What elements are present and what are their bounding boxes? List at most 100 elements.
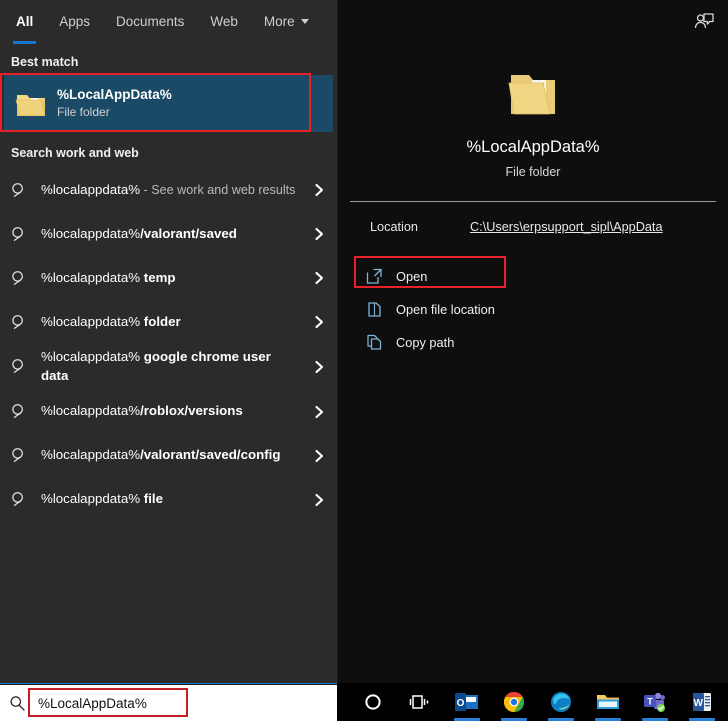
suggestion-label: %localappdata% file	[41, 490, 311, 509]
search-suggestion-item[interactable]: %localappdata% temp	[0, 256, 337, 300]
best-match-container: %LocalAppData% File folder	[0, 73, 333, 132]
search-icon	[11, 491, 41, 508]
suggestion-completion: /valorant/saved/config	[140, 447, 281, 463]
file-explorer-icon	[596, 692, 620, 712]
svg-text:T: T	[647, 697, 653, 707]
search-suggestion-item[interactable]: %localappdata%/roblox/versions	[0, 390, 337, 434]
feedback-person-icon[interactable]	[688, 6, 720, 38]
tab-label: Apps	[59, 14, 91, 29]
folder-icon	[14, 87, 48, 121]
chevron-right-icon[interactable]	[311, 360, 327, 374]
action-open[interactable]: Open	[362, 260, 728, 292]
suggestion-query: %localappdata%	[41, 349, 144, 364]
taskbar-teams[interactable]: T	[631, 683, 678, 721]
word-icon: W	[691, 691, 713, 713]
suggestion-query: %localappdata%	[41, 269, 144, 285]
edge-icon	[550, 691, 572, 713]
tab-label: Web	[210, 14, 238, 29]
search-filter-tabs: All Apps Documents Web More	[0, 0, 337, 44]
taskbar-app-tray: OTW	[337, 683, 728, 721]
tab-label: Documents	[116, 14, 185, 29]
location-link[interactable]: C:\Users\erpsupport_sipl\AppData	[470, 220, 663, 234]
action-label: Open file location	[396, 301, 495, 317]
suggestion-label: %localappdata% temp	[41, 269, 311, 288]
search-icon	[11, 270, 41, 287]
svg-text:O: O	[456, 698, 464, 709]
search-suggestion-item[interactable]: %localappdata% file	[0, 478, 337, 522]
taskbar-task-view[interactable]	[396, 683, 443, 721]
suggestion-completion: folder	[143, 313, 181, 329]
search-icon	[11, 403, 41, 420]
preview-title: %LocalAppData%	[466, 138, 600, 156]
taskbar-outlook[interactable]: O	[443, 683, 490, 721]
action-open-file-location[interactable]: Open file location	[362, 293, 728, 325]
tab-more[interactable]: More	[264, 2, 309, 42]
suggestion-label: %localappdata% folder	[41, 313, 311, 332]
preview-header: %LocalAppData% File folder	[338, 0, 728, 179]
tab-web[interactable]: Web	[210, 2, 238, 42]
suggestion-query: %localappdata%	[41, 491, 144, 507]
preview-subtitle: File folder	[505, 165, 561, 179]
preview-actions: Open Open file location Copy path	[338, 256, 728, 358]
location-row: Location C:\Users\erpsupport_sipl\AppDat…	[338, 202, 728, 234]
taskbar-file-explorer[interactable]	[584, 683, 631, 721]
search-icon	[11, 314, 41, 331]
best-match-text: %LocalAppData% File folder	[57, 86, 172, 121]
suggestion-query: %localappdata%	[41, 225, 141, 241]
taskbar-edge[interactable]	[537, 683, 584, 721]
best-match-title: %LocalAppData%	[57, 87, 172, 103]
search-suggestion-item[interactable]: %localappdata%/valorant/saved/config	[0, 434, 337, 478]
search-icon	[11, 182, 41, 199]
search-flyout: All Apps Documents Web More Best match %…	[0, 0, 728, 683]
suggestion-label: %localappdata% - See work and web result…	[41, 181, 311, 200]
search-icon	[11, 358, 41, 375]
suggestion-query: %localappdata%	[41, 447, 141, 463]
suggestion-label: %localappdata% google chrome user data	[41, 348, 311, 386]
suggestion-hint: - See work and web results	[140, 182, 296, 197]
taskbar: OTW	[0, 683, 728, 721]
open-file-location-icon	[362, 301, 396, 318]
suggestion-query: %localappdata%	[41, 181, 141, 197]
search-suggestion-item[interactable]: %localappdata% google chrome user data	[0, 344, 337, 390]
search-input[interactable]	[34, 690, 337, 717]
taskbar-chrome[interactable]	[490, 683, 537, 721]
svg-text:W: W	[693, 698, 703, 709]
search-icon	[0, 695, 34, 712]
tab-documents[interactable]: Documents	[116, 2, 184, 42]
action-label: Open	[396, 268, 428, 284]
chevron-down-icon	[300, 19, 309, 24]
suggestion-query: %localappdata%	[41, 403, 141, 419]
taskbar-search-box[interactable]	[0, 685, 337, 721]
chevron-right-icon[interactable]	[311, 315, 327, 329]
suggestion-completion: /roblox/versions	[140, 403, 243, 419]
best-match-result[interactable]: %LocalAppData% File folder	[4, 75, 333, 132]
best-match-header: Best match	[11, 55, 79, 69]
chevron-right-icon[interactable]	[311, 493, 327, 507]
search-icon	[11, 447, 41, 464]
location-label: Location	[370, 220, 418, 234]
suggestion-completion: file	[143, 491, 163, 507]
chevron-right-icon[interactable]	[311, 405, 327, 419]
suggestion-label: %localappdata%/valorant/saved	[41, 225, 311, 244]
tab-label: More	[263, 14, 295, 29]
search-suggestion-item[interactable]: %localappdata% - See work and web result…	[0, 168, 337, 212]
outlook-icon: O	[454, 691, 479, 713]
search-suggestion-item[interactable]: %localappdata%/valorant/saved	[0, 212, 337, 256]
tab-apps[interactable]: Apps	[59, 2, 90, 42]
chevron-right-icon[interactable]	[311, 271, 327, 285]
chevron-right-icon[interactable]	[311, 449, 327, 463]
best-match-subtitle: File folder	[57, 105, 110, 120]
chevron-right-icon[interactable]	[311, 227, 327, 241]
taskbar-cortana[interactable]	[349, 683, 396, 721]
chevron-right-icon[interactable]	[311, 183, 327, 197]
tab-all[interactable]: All	[12, 2, 37, 44]
search-suggestion-list: %localappdata% - See work and web result…	[0, 166, 337, 522]
taskbar-word[interactable]: W	[678, 683, 725, 721]
action-copy-path[interactable]: Copy path	[362, 326, 728, 358]
search-suggestion-item[interactable]: %localappdata% folder	[0, 300, 337, 344]
taskbar-search-zone	[0, 683, 337, 721]
tab-label: All	[16, 14, 34, 29]
chrome-icon	[503, 691, 525, 713]
cortana-icon	[363, 692, 383, 712]
open-external-icon	[362, 268, 396, 285]
